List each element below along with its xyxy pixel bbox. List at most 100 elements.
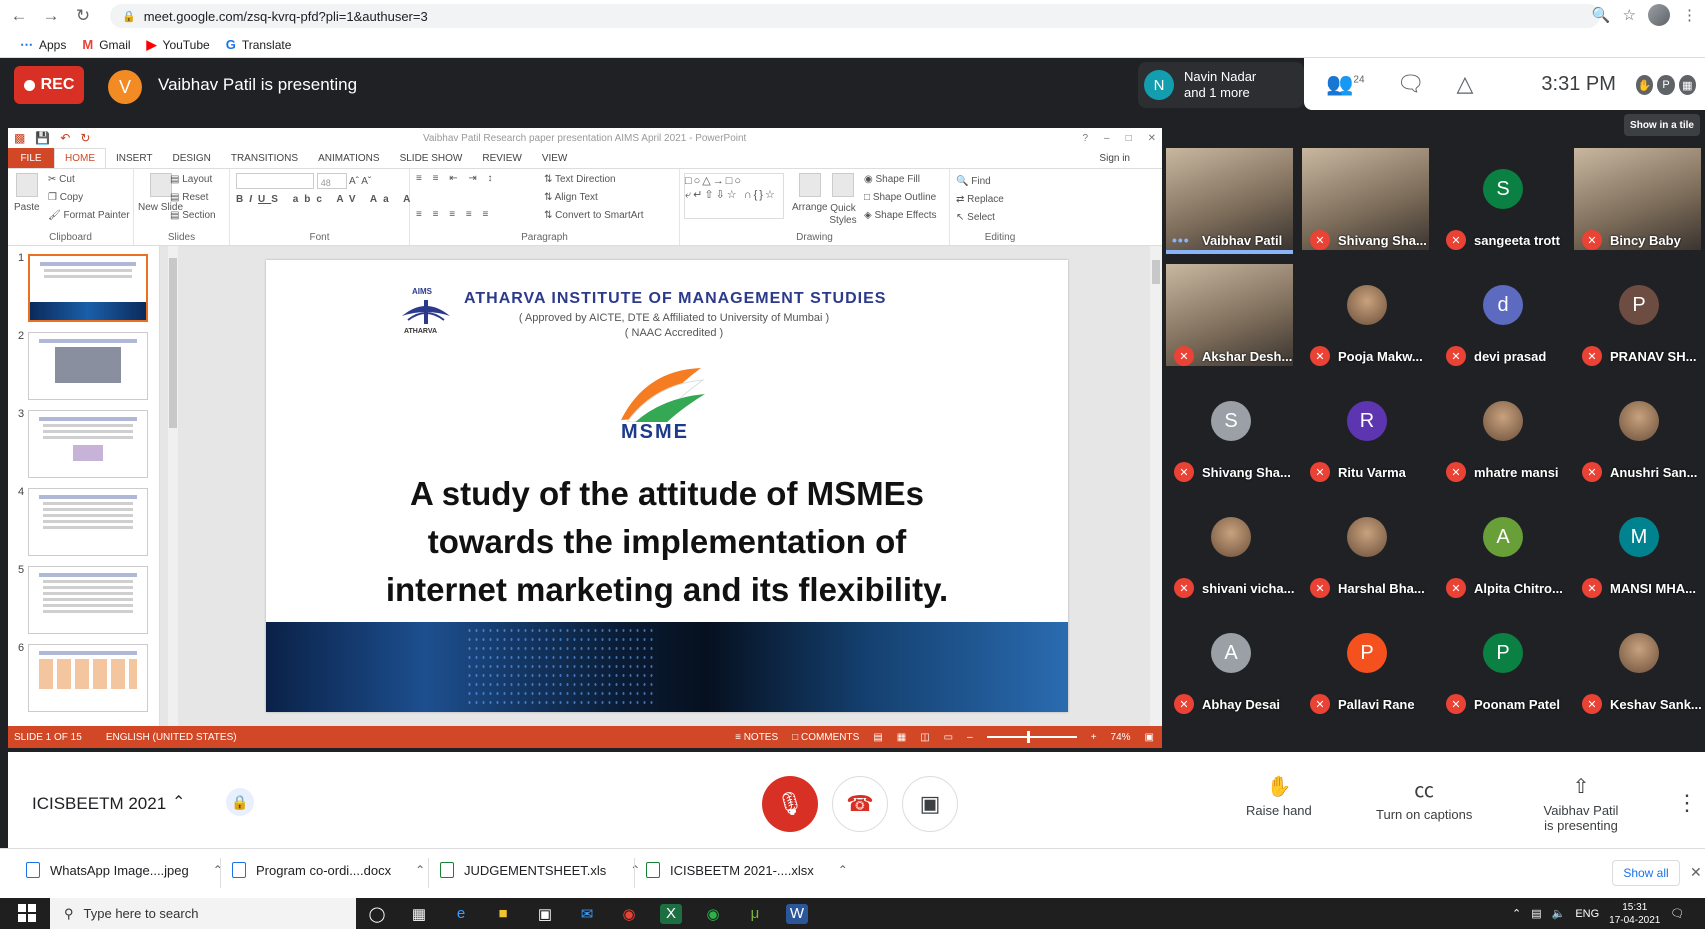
back-arrow-icon[interactable]: ← — [6, 3, 32, 29]
forward-arrow-icon[interactable]: → — [38, 3, 64, 29]
participant-tile[interactable]: P ✕ Poonam Patel — [1434, 608, 1569, 718]
slide-thumbnail-1[interactable]: 1 — [8, 250, 159, 328]
slide-canvas[interactable]: AIMS ATHARVA ATHARVA INSTITUTE OF MANAGE… — [266, 260, 1068, 712]
tab-design[interactable]: DESIGN — [163, 148, 221, 168]
edge-icon[interactable]: e — [450, 904, 472, 924]
tab-view[interactable]: VIEW — [532, 148, 578, 168]
recording-indicator[interactable]: REC — [14, 66, 84, 104]
tray-chevron-icon[interactable]: ⌃ — [1512, 907, 1521, 920]
reading-view-icon[interactable]: ◫ — [920, 732, 929, 743]
shape-effects-button[interactable]: ◈ Shape Effects — [864, 207, 937, 225]
bookmark-apps[interactable]: ⋯ Apps — [20, 37, 66, 53]
store-icon[interactable]: ▣ — [534, 904, 556, 924]
scrollbar-handle[interactable] — [169, 258, 177, 428]
minimize-icon[interactable]: – — [1104, 133, 1110, 144]
volume-icon[interactable]: 🔈 — [1552, 907, 1566, 920]
presenting-button[interactable]: ⇧ Vaibhav Patil is presenting — [1540, 774, 1622, 833]
sign-in-link[interactable]: Sign in — [1099, 153, 1130, 164]
paste-button[interactable]: Paste — [14, 173, 40, 213]
chat-icon[interactable]: 🗨 — [1397, 71, 1425, 97]
language-indicator[interactable]: ENGLISH (UNITED STATES) — [106, 732, 237, 743]
slide-thumbnail-3[interactable]: 3 — [8, 406, 159, 484]
pinned-participant[interactable]: N Navin Nadar and 1 more — [1138, 62, 1304, 108]
notifications-icon[interactable]: 🗨 — [1670, 907, 1684, 920]
file-explorer-icon[interactable]: ■ — [492, 904, 514, 924]
cortana-icon[interactable]: ◯ — [366, 904, 388, 924]
maximize-icon[interactable]: □ — [1126, 133, 1132, 144]
chevron-up-icon[interactable]: ⌃ — [172, 792, 185, 812]
copy-button[interactable]: ❐ Copy — [48, 189, 130, 207]
language-indicator[interactable]: ENG — [1575, 908, 1599, 920]
cut-button[interactable]: ✂ Cut — [48, 171, 130, 189]
star-icon[interactable]: ☆ — [1623, 6, 1636, 24]
menu-kebab-icon[interactable]: ⋮ — [1682, 6, 1697, 24]
host-controls-shield-icon[interactable]: 🔒 — [226, 788, 254, 816]
chevron-up-icon[interactable]: ⌃ — [630, 863, 640, 877]
list-buttons[interactable]: ≡ ≡ ⇤ ⇥ ↕ — [416, 173, 497, 184]
section-button[interactable]: ▤ Section — [170, 207, 216, 225]
shape-fill-button[interactable]: ◉ Shape Fill — [864, 171, 937, 189]
chevron-up-icon[interactable]: ⌃ — [415, 863, 425, 877]
font-family-select[interactable] — [236, 173, 314, 190]
zoom-level[interactable]: 74% — [1111, 732, 1131, 743]
participant-tile[interactable]: ✕ Pooja Makw... — [1298, 260, 1433, 370]
taskbar-clock[interactable]: 15:31 17-04-2021 — [1609, 901, 1660, 927]
microphone-off-button[interactable]: 🎙 — [762, 776, 818, 832]
chevron-up-icon[interactable]: ⌃ — [213, 863, 223, 877]
quick-styles-button[interactable]: Quick Styles — [828, 173, 858, 227]
camera-button[interactable]: ▣ — [902, 776, 958, 832]
people-button[interactable]: 👥24 — [1326, 71, 1365, 97]
participant-tile[interactable]: A ✕ Alpita Chitro... — [1434, 492, 1569, 602]
tab-transitions[interactable]: TRANSITIONS — [221, 148, 308, 168]
slide-thumbnail-5[interactable]: 5 — [8, 562, 159, 640]
zoom-icon[interactable]: 🔍 — [1592, 6, 1611, 24]
zoom-out-icon[interactable]: – — [967, 732, 973, 743]
download-item[interactable]: WhatsApp Image....jpeg ⌃ — [26, 862, 223, 878]
captions-button[interactable]: ㏄ Turn on captions — [1376, 774, 1472, 822]
bookmark-youtube[interactable]: ▶ YouTube — [147, 37, 210, 53]
comments-button[interactable]: □ COMMENTS — [792, 732, 859, 743]
slide-thumbnail-6[interactable]: 6 — [8, 640, 159, 718]
utorrent-icon[interactable]: μ — [744, 904, 766, 924]
participant-tile[interactable]: d ✕ devi prasad — [1434, 260, 1569, 370]
tab-slide-show[interactable]: SLIDE SHOW — [390, 148, 473, 168]
scrollbar-handle[interactable] — [1152, 260, 1160, 284]
shapes-gallery[interactable]: □○△→□○ ⤶↵⇧⇩☆ ∩{}☆ — [684, 173, 784, 219]
mail-icon[interactable]: ✉ — [576, 904, 598, 924]
text-direction-button[interactable]: ⇅ Text Direction — [544, 171, 644, 189]
participant-tile[interactable]: A ✕ Abhay Desai — [1162, 608, 1297, 718]
smartart-button[interactable]: ⇅ Convert to SmartArt — [544, 207, 644, 225]
leave-call-button[interactable]: ☎ — [832, 776, 888, 832]
profile-avatar[interactable] — [1648, 4, 1670, 26]
participant-tile[interactable]: ✕ shivani vicha... — [1162, 492, 1297, 602]
participant-tile[interactable]: ✕ Keshav Sank... — [1570, 608, 1705, 718]
layout-button[interactable]: ▤ Layout — [170, 171, 216, 189]
excel-icon[interactable]: X — [660, 903, 682, 924]
task-view-icon[interactable]: ▦ — [408, 904, 430, 924]
shape-outline-button[interactable]: □ Shape Outline — [864, 189, 937, 207]
notes-button[interactable]: ≡ NOTES — [735, 732, 778, 743]
show-all-downloads-button[interactable]: Show all — [1612, 860, 1680, 886]
tab-insert[interactable]: INSERT — [106, 148, 163, 168]
participant-tile[interactable]: S ✕ sangeeta trott — [1434, 144, 1569, 254]
font-format-buttons[interactable]: BIUS abc AV Aa A — [236, 191, 410, 209]
thumbnails-scrollbar[interactable] — [168, 246, 178, 726]
slide-thumbnail-4[interactable]: 4 — [8, 484, 159, 562]
tab-animations[interactable]: ANIMATIONS — [308, 148, 389, 168]
normal-view-icon[interactable]: ▤ — [873, 732, 882, 743]
font-size-select[interactable]: 48 — [316, 173, 347, 190]
address-bar[interactable]: 🔒 meet.google.com/zsq-kvrq-pfd?pli=1&aut… — [110, 4, 1600, 28]
reset-button[interactable]: ▤ Reset — [170, 189, 216, 207]
redo-icon[interactable]: ↻ — [80, 131, 90, 145]
bookmark-translate[interactable]: G Translate — [226, 37, 292, 52]
participant-tile[interactable]: ✕ Anushri San... — [1570, 376, 1705, 486]
participant-tile[interactable]: ✕ Bincy Baby — [1570, 144, 1705, 254]
participant-tile[interactable]: ••• Vaibhav Patil — [1162, 144, 1297, 254]
network-icon[interactable]: ▤ — [1531, 907, 1541, 920]
close-icon[interactable]: ✕ — [1690, 864, 1702, 881]
replace-button[interactable]: ⇄ Replace — [956, 191, 1044, 209]
slide-sorter-icon[interactable]: ▦ — [897, 732, 906, 743]
participant-tile[interactable]: R ✕ Ritu Varma — [1298, 376, 1433, 486]
zoom-in-icon[interactable]: + — [1091, 732, 1097, 743]
fit-slide-icon[interactable]: ▣ — [1145, 732, 1154, 743]
